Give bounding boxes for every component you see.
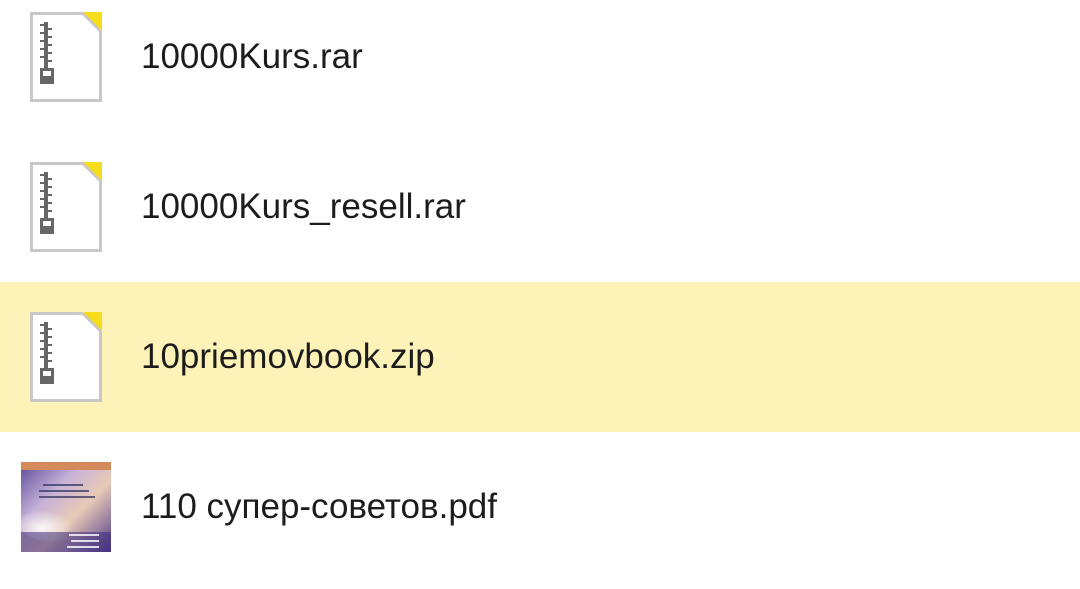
file-row-110-sovetov-pdf[interactable]: 110 супер-советов.pdf — [0, 432, 1080, 582]
file-name: 10000Kurs.rar — [141, 37, 363, 76]
file-name: 10000Kurs_resell.rar — [141, 187, 466, 226]
pdf-thumbnail-icon — [21, 462, 111, 552]
file-list: 10000Kurs.rar 10000Kurs_resell.rar 10pri… — [0, 0, 1080, 589]
file-row-10000kurs-rar[interactable]: 10000Kurs.rar — [0, 0, 1080, 132]
archive-file-icon — [30, 312, 102, 402]
file-name: 110 супер-советов.pdf — [141, 487, 497, 526]
archive-file-icon — [30, 12, 102, 102]
archive-file-icon — [30, 162, 102, 252]
file-row-10000kurs-resell-rar[interactable]: 10000Kurs_resell.rar — [0, 132, 1080, 282]
file-row-10priemovbook-zip[interactable]: 10priemovbook.zip — [0, 282, 1080, 432]
file-name: 10priemovbook.zip — [141, 337, 435, 376]
